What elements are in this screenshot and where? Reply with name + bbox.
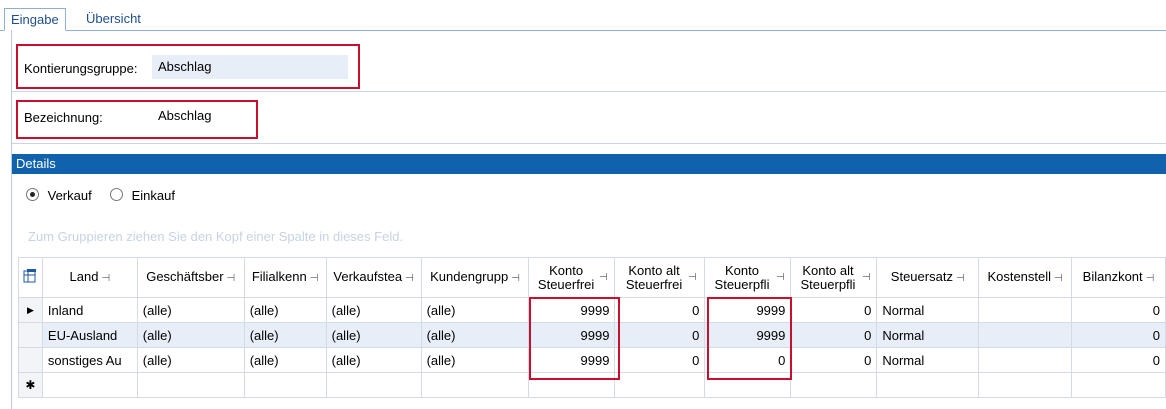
col-header-geschaeftsber[interactable]: Geschäftsber ⊣ — [136, 257, 245, 298]
cell-land[interactable]: Inland — [41, 297, 138, 323]
col-header-konto-alt-steuerpfli[interactable]: Konto alt Steuerpfli ⊣ — [790, 257, 878, 298]
col-header-verkaufstea[interactable]: Verkaufstea ⊣ — [325, 257, 422, 298]
cell-konto-alt-steuerfrei[interactable]: 0 — [614, 322, 706, 348]
new-cell[interactable] — [420, 372, 530, 398]
col-header-steuersatz[interactable]: Steuersatz ⊣ — [876, 257, 980, 298]
cell-geschaeftsber[interactable]: (alle) — [136, 297, 245, 323]
group-by-hint: Zum Gruppieren ziehen Sie den Kopf einer… — [28, 229, 404, 244]
cell-kundengrupp[interactable]: (alle) — [420, 347, 530, 373]
cell-konto-alt-steuerpfli[interactable]: 0 — [790, 297, 878, 323]
highlight-box-bezeichnung — [16, 100, 258, 139]
cell-filialkenn[interactable]: (alle) — [243, 347, 327, 373]
cell-steuersatz[interactable]: Normal — [876, 322, 980, 348]
highlight-box-konto-steuerpfli — [707, 297, 792, 380]
cell-verkaufstea[interactable]: (alle) — [325, 347, 422, 373]
tab-strip — [0, 0, 1166, 31]
cell-konto-alt-steuerpfli[interactable]: 0 — [790, 322, 878, 348]
cell-kundengrupp[interactable]: (alle) — [420, 322, 530, 348]
cell-geschaeftsber[interactable]: (alle) — [136, 322, 245, 348]
new-row-icon: ✱ — [18, 372, 43, 398]
cell-bilanzkont[interactable]: 0 — [1071, 347, 1166, 373]
cell-konto-alt-steuerfrei[interactable]: 0 — [614, 297, 706, 323]
col-header-konto-alt-steuerfrei[interactable]: Konto alt Steuerfrei ⊣ — [614, 257, 706, 298]
col-header-kostenstell[interactable]: Kostenstell ⊣ — [978, 257, 1073, 298]
cell-steuersatz[interactable]: Normal — [876, 297, 980, 323]
cell-filialkenn[interactable]: (alle) — [243, 297, 327, 323]
cell-kostenstell[interactable] — [978, 322, 1073, 348]
cell-kostenstell[interactable] — [978, 347, 1073, 373]
tab-eingabe[interactable]: Eingabe — [4, 8, 66, 31]
new-cell[interactable] — [325, 372, 422, 398]
new-cell[interactable] — [790, 372, 878, 398]
cell-kundengrupp[interactable]: (alle) — [420, 297, 530, 323]
new-cell[interactable] — [1071, 372, 1166, 398]
cell-land[interactable]: EU-Ausland — [41, 322, 138, 348]
cell-verkaufstea[interactable]: (alle) — [325, 322, 422, 348]
new-cell[interactable] — [876, 372, 980, 398]
cell-kostenstell[interactable] — [978, 297, 1073, 323]
radio-unselected-icon — [110, 188, 123, 201]
cell-bilanzkont[interactable]: 0 — [1071, 322, 1166, 348]
radio-verkauf[interactable]: Verkauf — [26, 188, 92, 203]
current-row-indicator-icon: ▶ — [18, 297, 43, 323]
cell-verkaufstea[interactable]: (alle) — [325, 297, 422, 323]
new-cell[interactable] — [41, 372, 138, 398]
column-chooser-icon[interactable] — [18, 257, 43, 298]
cell-bilanzkont[interactable]: 0 — [1071, 297, 1166, 323]
cell-geschaeftsber[interactable]: (alle) — [136, 347, 245, 373]
cell-konto-alt-steuerfrei[interactable]: 0 — [614, 347, 706, 373]
col-header-land[interactable]: Land ⊣ — [41, 257, 138, 298]
col-header-konto-steuerfrei[interactable]: Konto Steuerfrei ⊣ — [528, 257, 616, 298]
row-selector[interactable] — [18, 347, 43, 373]
details-header: Details — [12, 154, 1166, 174]
new-cell[interactable] — [978, 372, 1073, 398]
radio-einkauf[interactable]: Einkauf — [110, 188, 175, 203]
col-header-bilanzkont[interactable]: Bilanzkont ⊣ — [1071, 257, 1166, 298]
new-cell[interactable] — [136, 372, 245, 398]
cell-filialkenn[interactable]: (alle) — [243, 322, 327, 348]
new-cell[interactable] — [614, 372, 706, 398]
radio-verkauf-label: Verkauf — [47, 188, 92, 203]
cell-steuersatz[interactable]: Normal — [876, 347, 980, 373]
row-selector[interactable] — [18, 322, 43, 348]
highlight-box-kontierungsgruppe — [16, 44, 360, 89]
col-header-konto-steuerpfli[interactable]: Konto Steuerpfli ⊣ — [704, 257, 792, 298]
cell-konto-alt-steuerpfli[interactable]: 0 — [790, 347, 878, 373]
grid-header-row: Land ⊣ Geschäftsber ⊣ Filialkenn ⊣ Verkaufs… — [18, 257, 1166, 298]
radio-selected-icon — [26, 188, 39, 201]
col-header-kundengrupp[interactable]: Kundengrupp ⊣ — [420, 257, 530, 298]
cell-land[interactable]: sonstiges Au — [41, 347, 138, 373]
radio-einkauf-label: Einkauf — [131, 188, 175, 203]
col-header-filialkenn[interactable]: Filialkenn ⊣ — [243, 257, 327, 298]
tab-uebersicht[interactable]: Übersicht — [80, 8, 147, 29]
new-cell[interactable] — [243, 372, 327, 398]
highlight-box-konto-steuerfrei — [529, 297, 620, 380]
